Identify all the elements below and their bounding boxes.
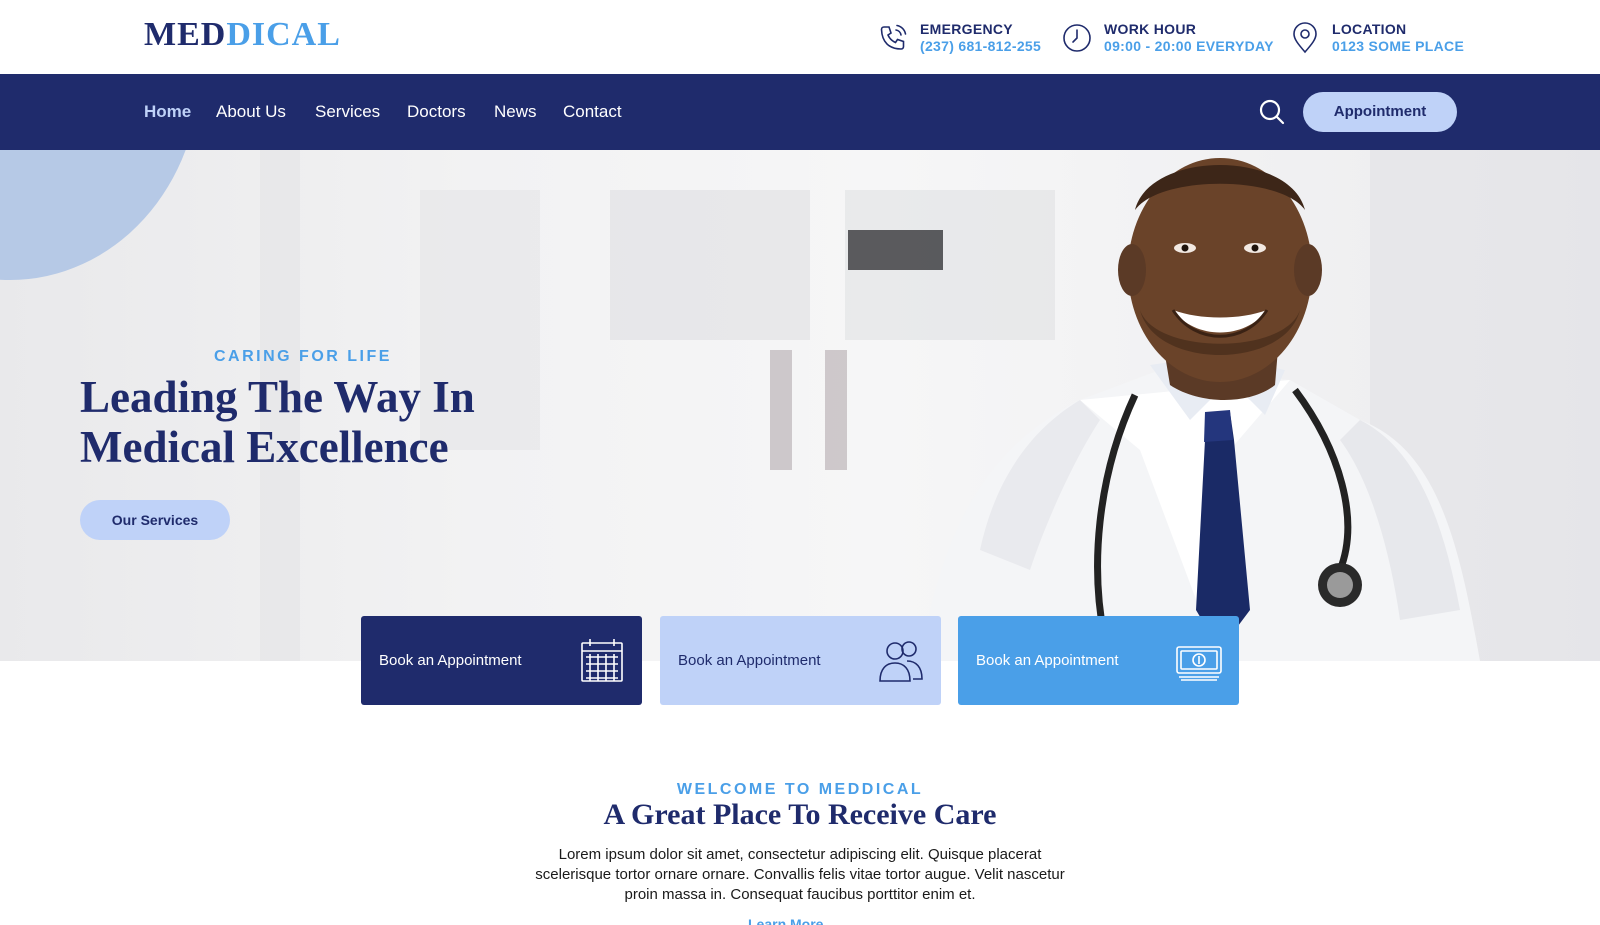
work-hour-value: 09:00 - 20:00 EVERYDAY (1104, 38, 1274, 54)
location-value: 0123 SOME PLACE (1332, 38, 1465, 54)
our-services-button[interactable]: Our Services (80, 500, 230, 540)
decorative-circle (0, 150, 200, 280)
top-bar: MEDDICAL EMERGENCY (237) 681-812-255 WOR… (0, 0, 1600, 74)
background-shape (825, 350, 847, 470)
nav-news[interactable]: News (494, 102, 537, 122)
background-shape (770, 350, 792, 470)
nav-doctors[interactable]: Doctors (407, 102, 466, 122)
search-icon[interactable] (1258, 98, 1286, 126)
nav-about-us[interactable]: About Us (216, 102, 286, 122)
nav-services[interactable]: Services (315, 102, 380, 122)
hero-eyebrow: CARING FOR LIFE (214, 348, 392, 365)
logo-part-2: DICAL (226, 16, 341, 53)
work-hour-title: WORK HOUR (1104, 21, 1197, 37)
people-icon (879, 641, 923, 682)
book-appointment-card-1[interactable]: Book an Appointment (361, 616, 642, 705)
welcome-title: A Great Place To Receive Care (603, 798, 997, 831)
card-label: Book an Appointment (976, 652, 1119, 669)
logo-part-1: MED (144, 16, 227, 53)
site-logo[interactable]: MEDDICAL (144, 16, 341, 54)
calendar-icon (581, 639, 623, 682)
clock-icon (1063, 24, 1091, 52)
main-nav: Home About Us Services Doctors News Cont… (0, 74, 1600, 150)
hero-section: CARING FOR LIFE Leading The Way In Medic… (0, 150, 1600, 661)
nav-home[interactable]: Home (144, 102, 191, 122)
location-info: LOCATION 0123 SOME PLACE (1288, 18, 1464, 58)
background-shape (610, 190, 810, 340)
learn-more-link[interactable]: Learn More (748, 916, 823, 925)
book-appointment-card-3[interactable]: Book an Appointment (958, 616, 1239, 705)
hero-title: Leading The Way In Medical Excellence (80, 372, 475, 472)
welcome-body: Lorem ipsum dolor sit amet, consectetur … (535, 846, 1065, 903)
emergency-phone[interactable]: (237) 681-812-255 (920, 38, 1041, 55)
emergency-title: EMERGENCY (920, 21, 1013, 37)
card-label: Book an Appointment (678, 652, 821, 669)
money-icon (1176, 646, 1222, 681)
emergency-info: EMERGENCY (237) 681-812-255 (876, 18, 1041, 58)
book-appointment-card-2[interactable]: Book an Appointment (660, 616, 941, 705)
welcome-eyebrow: WELCOME TO MEDDICAL (676, 781, 924, 798)
appointment-button[interactable]: Appointment (1303, 92, 1457, 132)
location-title: LOCATION (1332, 21, 1407, 37)
nav-contact[interactable]: Contact (563, 102, 622, 122)
doctor-photo (920, 158, 1480, 661)
location-pin-icon (1293, 22, 1317, 54)
work-hour-info: WORK HOUR 09:00 - 20:00 EVERYDAY (1060, 18, 1274, 58)
phone-icon (880, 24, 907, 50)
card-label: Book an Appointment (379, 652, 522, 669)
